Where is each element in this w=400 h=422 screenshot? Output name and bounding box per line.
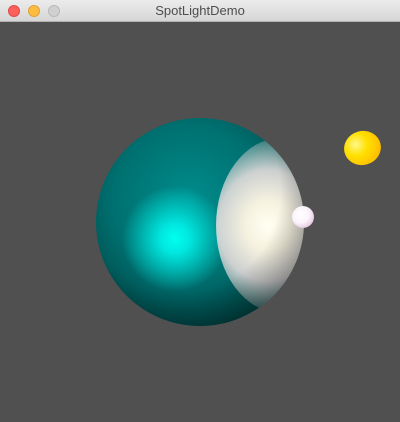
yellow-light-sphere: [340, 126, 385, 170]
title-bar[interactable]: SpotLightDemo: [0, 0, 400, 22]
spotlight-marker-sphere: [292, 206, 314, 228]
app-window: SpotLightDemo: [0, 0, 400, 422]
large-cyan-sphere: [96, 118, 304, 326]
scene-canvas[interactable]: [0, 22, 400, 422]
window-title: SpotLightDemo: [155, 3, 245, 18]
sphere-shading: [96, 118, 304, 326]
